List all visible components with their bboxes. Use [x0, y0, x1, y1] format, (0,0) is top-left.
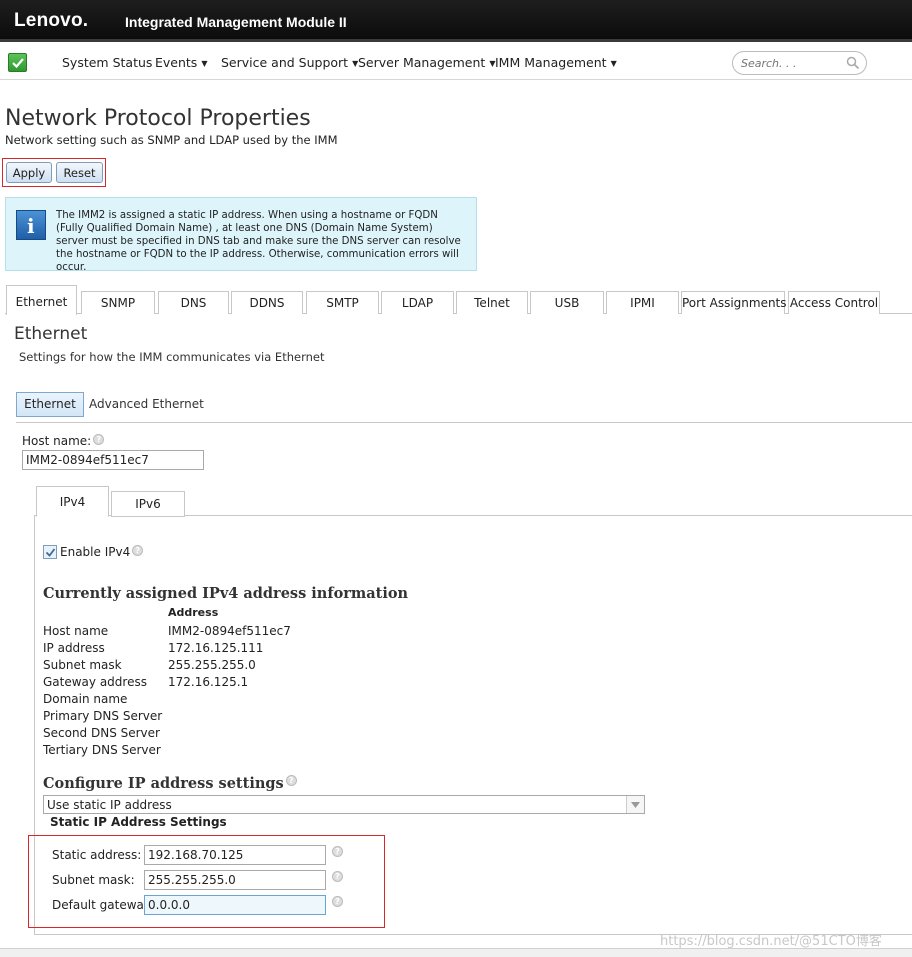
page-title: Network Protocol Properties [5, 106, 311, 131]
row-value-host-name: IMM2-0894ef511ec7 [168, 624, 291, 638]
current-address-heading: Currently assigned IPv4 address informat… [43, 585, 409, 602]
subtab-divider [16, 422, 912, 423]
nav-server-management[interactable]: Server Management ▼ [358, 55, 495, 70]
static-address-label: Static address: [52, 848, 142, 862]
row-value-gateway: 172.16.125.1 [168, 675, 249, 689]
info-icon: i [16, 210, 46, 240]
tab-dns[interactable]: DNS [158, 291, 229, 314]
tab-telnet[interactable]: Telnet [456, 291, 528, 314]
row-label-primary-dns: Primary DNS Server [43, 709, 163, 723]
row-label-domain-name: Domain name [43, 692, 128, 706]
tab-ipv4[interactable]: IPv4 [36, 486, 109, 517]
help-icon[interactable]: ? [332, 846, 343, 857]
watermark: https://blog.csdn.net/@51CTO博客 [660, 934, 882, 949]
ip-mode-value: Use static IP address [47, 798, 172, 812]
tab-ldap[interactable]: LDAP [381, 291, 454, 314]
default-gateway-label: Default gateway: [52, 898, 155, 912]
row-value-subnet-mask: 255.255.255.0 [168, 658, 256, 672]
row-label-second-dns: Second DNS Server [43, 726, 160, 740]
tab-usb[interactable]: USB [530, 291, 604, 314]
row-label-ip-address: IP address [43, 641, 105, 655]
help-icon[interactable]: ? [332, 896, 343, 907]
subtab-ethernet[interactable]: Ethernet [16, 392, 84, 417]
main-nav: System Status Events ▼ Service and Suppor… [0, 45, 912, 80]
page-subtitle: Network setting such as SNMP and LDAP us… [5, 133, 338, 147]
row-value-ip-address: 172.16.125.111 [168, 641, 264, 655]
hostname-label: Host name:? [22, 434, 105, 448]
chevron-down-icon[interactable] [626, 796, 644, 813]
subtab-advanced-ethernet[interactable]: Advanced Ethernet [89, 397, 204, 411]
tab-smtp[interactable]: SMTP [306, 291, 379, 314]
enable-ipv4-label: Enable IPv4? [60, 545, 144, 559]
top-header: Lenovo. Integrated Management Module II [0, 0, 912, 42]
chevron-down-icon: ▼ [610, 59, 617, 68]
row-label-subnet-mask: Subnet mask [43, 658, 122, 672]
subnet-mask-field[interactable] [144, 870, 326, 890]
tab-access-control[interactable]: Access Control [788, 291, 880, 314]
static-address-field[interactable] [144, 845, 326, 865]
section-subtitle: Settings for how the IMM communicates vi… [19, 350, 325, 364]
search-input[interactable] [741, 55, 841, 71]
tab-ipv6[interactable]: IPv6 [111, 491, 185, 517]
configure-ip-heading: Configure IP address settings? [43, 775, 297, 792]
reset-button[interactable]: Reset [56, 162, 103, 183]
section-title: Ethernet [14, 324, 88, 344]
row-label-host-name: Host name [43, 624, 109, 638]
nav-imm-management[interactable]: IMM Management ▼ [495, 55, 617, 70]
tab-port-assignments[interactable]: Port Assignments [681, 291, 787, 314]
tab-ddns[interactable]: DDNS [231, 291, 303, 314]
search-box [732, 51, 867, 75]
static-settings-heading: Static IP Address Settings [50, 815, 227, 829]
row-label-tertiary-dns: Tertiary DNS Server [43, 743, 161, 757]
apply-button[interactable]: Apply [6, 162, 52, 183]
hostname-field[interactable] [22, 450, 204, 470]
tab-ipmi[interactable]: IPMI [606, 291, 679, 314]
help-icon[interactable]: ? [132, 545, 144, 556]
action-buttons-highlight: Apply Reset [2, 158, 106, 187]
horizontal-scrollbar[interactable] [0, 948, 912, 957]
nav-events[interactable]: Events ▼ [155, 55, 207, 70]
nav-service-and-support[interactable]: Service and Support ▼ [221, 55, 358, 70]
default-gateway-field[interactable] [144, 895, 326, 915]
info-message-text: The IMM2 is assigned a static IP address… [56, 210, 461, 273]
address-column-header: Address [168, 606, 219, 619]
enable-ipv4-checkbox[interactable] [43, 545, 57, 559]
app-title: Integrated Management Module II [125, 14, 347, 30]
help-icon[interactable]: ? [93, 434, 105, 445]
row-label-gateway: Gateway address [43, 675, 147, 689]
tab-snmp[interactable]: SNMP [81, 291, 155, 314]
help-icon[interactable]: ? [285, 775, 297, 786]
info-message: i The IMM2 is assigned a static IP addre… [5, 197, 477, 273]
help-icon[interactable]: ? [332, 871, 343, 882]
chevron-down-icon: ▼ [201, 59, 208, 68]
nav-system-status[interactable]: System Status [62, 55, 152, 70]
subnet-mask-label: Subnet mask: [52, 873, 135, 887]
system-status-ok-icon[interactable] [8, 53, 27, 72]
ip-mode-select[interactable]: Use static IP address [43, 795, 645, 814]
lenovo-logo: Lenovo. [14, 10, 89, 31]
tab-ethernet[interactable]: Ethernet [6, 285, 77, 315]
search-icon[interactable] [846, 56, 860, 70]
